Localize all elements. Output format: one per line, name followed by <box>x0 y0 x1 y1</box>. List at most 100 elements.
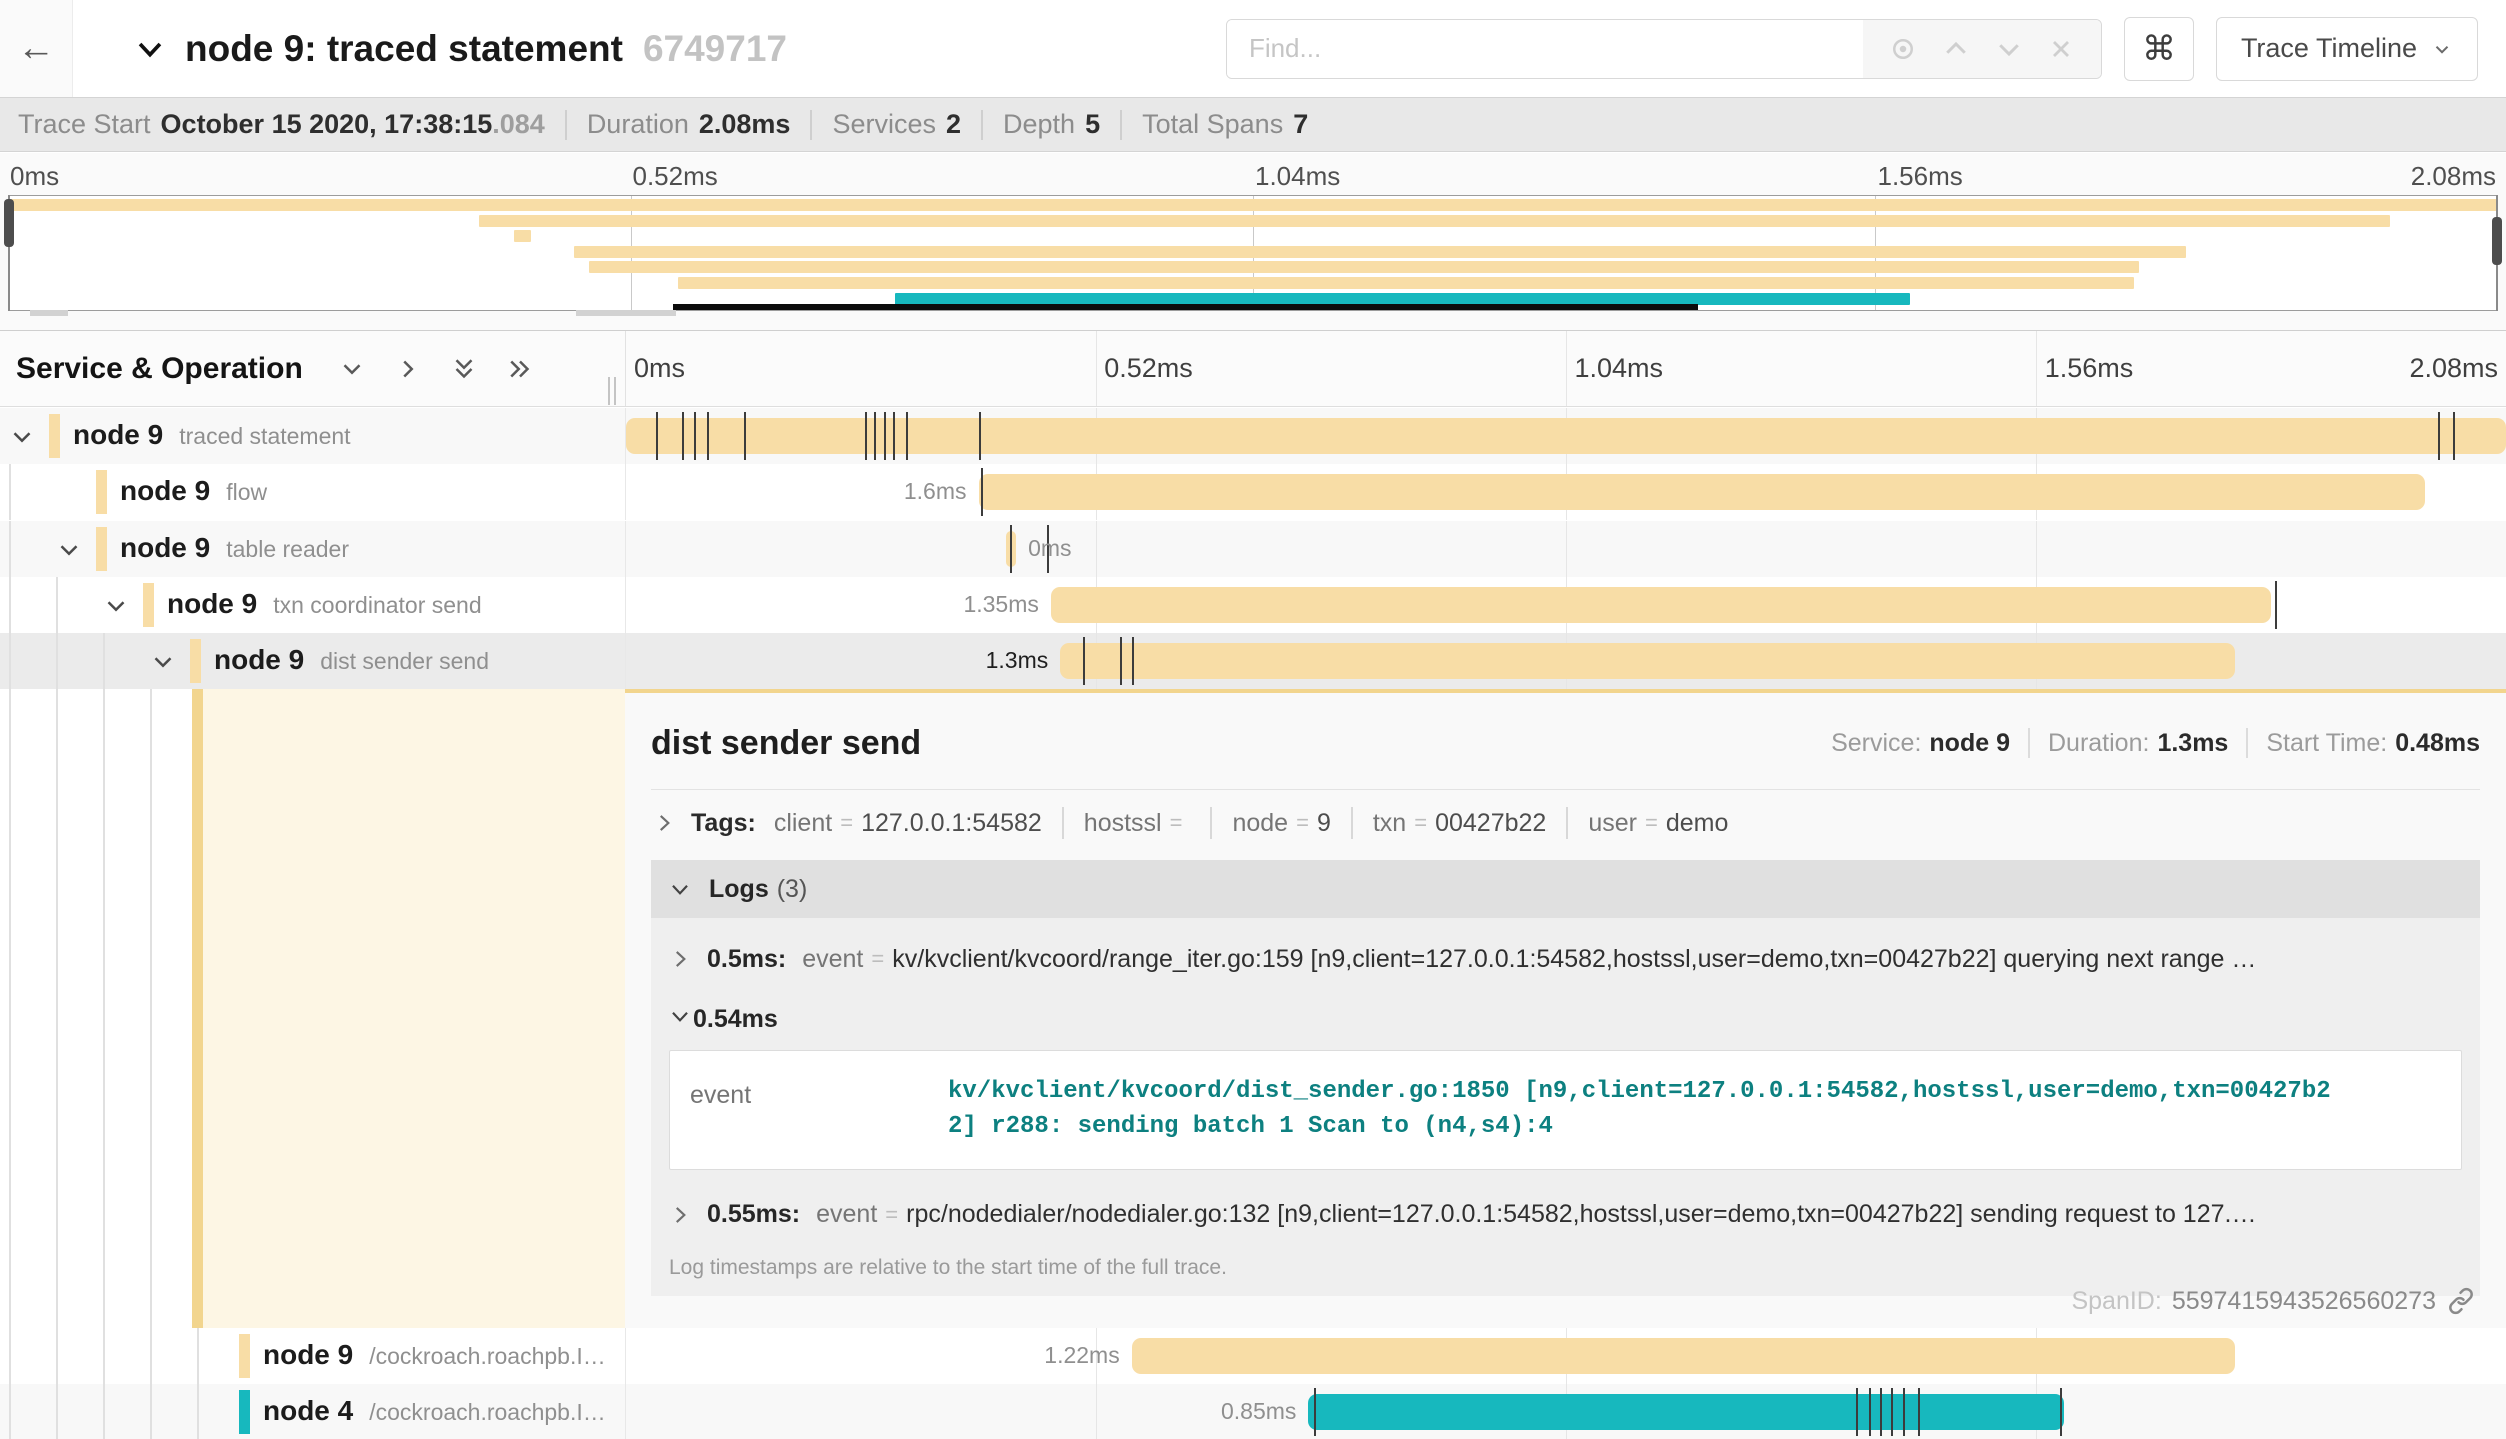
span-row-label[interactable]: node 9/cockroach.roachpb.I… <box>0 1328 625 1384</box>
span-bar[interactable] <box>1132 1338 2236 1374</box>
span-row-label[interactable]: node 9flow <box>0 464 625 520</box>
span-timeline-cell[interactable]: 1.3ms <box>625 633 2506 689</box>
span-row: node 9txn coordinator send 1.35ms <box>0 577 2506 633</box>
services-label: Services <box>832 109 936 140</box>
service-operation-title: Service & Operation <box>16 352 303 386</box>
span-row-label[interactable]: node 9dist sender send <box>0 633 625 689</box>
tick-label: 1.04ms <box>1575 353 1664 384</box>
log-entry-row[interactable]: 0.5ms:event=kv/kvclient/kvcoord/range_it… <box>667 928 2464 990</box>
keyboard-shortcuts-button[interactable]: ⌘ <box>2124 17 2194 81</box>
span-log-tick <box>1869 1388 1871 1436</box>
find-clear-icon[interactable] <box>2047 35 2075 63</box>
selected-span-highlight <box>203 689 625 1328</box>
span-log-tick <box>893 412 895 460</box>
span-tree-chevron-icon[interactable] <box>54 535 84 570</box>
duration-label: Duration <box>587 109 689 140</box>
span-log-tick <box>981 468 983 516</box>
expand-all-icon[interactable] <box>449 354 479 384</box>
minimap-span-bar <box>479 215 2390 227</box>
collapse-all-icon[interactable] <box>505 354 535 384</box>
collapse-one-icon[interactable] <box>393 354 423 384</box>
find-next-icon[interactable] <box>1994 34 2024 64</box>
operation-name: /cockroach.roachpb.I… <box>369 1343 606 1369</box>
tags-toggle-row[interactable]: Tags: client=127.0.0.1:54582hostssl=node… <box>651 790 2480 856</box>
span-log-tick <box>874 412 876 460</box>
span-row-label[interactable]: node 9traced statement <box>0 408 625 464</box>
span-row-label[interactable]: node 9table reader <box>0 521 625 577</box>
log-key: event <box>816 1200 877 1229</box>
view-selector-button[interactable]: Trace Timeline <box>2216 17 2478 81</box>
detail-service-label: Service: <box>1831 729 1921 758</box>
minimap-left-scrubber-handle[interactable] <box>4 199 14 247</box>
span-row: node 4/cockroach.roachpb.I… 0.85ms <box>0 1384 2506 1439</box>
trace-start-fraction: .084 <box>492 109 545 140</box>
copy-link-icon[interactable] <box>2446 1286 2476 1316</box>
span-row-label[interactable]: node 4/cockroach.roachpb.I… <box>0 1384 625 1439</box>
span-timeline-cell[interactable]: 1.22ms <box>625 1328 2506 1384</box>
span-log-tick <box>707 412 709 460</box>
column-resizer-handle[interactable] <box>608 377 624 405</box>
service-name: node 9flow <box>120 475 267 507</box>
find-prev-icon[interactable] <box>1941 34 1971 64</box>
logs-section: Logs (3) 0.5ms:event=kv/kvclient/kvcoord… <box>651 860 2480 1296</box>
operation-name: /cockroach.roachpb.I… <box>369 1399 606 1425</box>
selected-span-color-band <box>192 689 203 1328</box>
log-entry-row[interactable]: 0.55ms:event=rpc/nodedialer/nodedialer.g… <box>667 1184 2464 1246</box>
span-detail-left-gutter <box>0 689 625 1328</box>
logs-toggle-row[interactable]: Logs (3) <box>651 860 2480 918</box>
span-log-tick <box>1314 1388 1316 1436</box>
page-title: node 9: traced statement <box>185 28 623 70</box>
tick-label: 1.04ms <box>1255 161 1340 192</box>
tick-label: 0ms <box>634 353 685 384</box>
span-bar[interactable] <box>979 474 2426 510</box>
service-name: node 9dist sender send <box>214 644 489 676</box>
tick-label: 1.56ms <box>1878 161 1963 192</box>
service-color-bar <box>143 583 154 627</box>
view-selector-label: Trace Timeline <box>2241 33 2417 64</box>
service-name: node 4/cockroach.roachpb.I… <box>263 1395 606 1427</box>
span-tree-chevron-icon[interactable] <box>7 422 37 457</box>
locate-icon[interactable] <box>1888 34 1918 64</box>
span-bar[interactable] <box>1308 1394 2064 1430</box>
service-name: node 9traced statement <box>73 419 351 451</box>
service-color-bar <box>49 414 60 458</box>
find-box <box>1226 19 2102 79</box>
minimap-canvas[interactable] <box>8 195 2498 311</box>
span-duration-label: 0.85ms <box>1221 1398 1296 1425</box>
service-name: node 9txn coordinator send <box>167 588 482 620</box>
span-row: node 9/cockroach.roachpb.I… 1.22ms <box>0 1328 2506 1384</box>
span-tree-chevron-icon[interactable] <box>101 591 131 626</box>
command-icon: ⌘ <box>2142 29 2176 69</box>
trace-start-value: October 15 2020, 17:38:15 <box>161 109 493 140</box>
find-input[interactable] <box>1227 20 1863 78</box>
chevron-right-icon <box>651 810 677 836</box>
span-timeline-cell[interactable]: 1.6ms <box>625 464 2506 520</box>
span-log-tick <box>2453 412 2455 460</box>
span-timeline-cell[interactable] <box>625 408 2506 464</box>
collapse-trace-chevron-icon[interactable] <box>133 32 167 66</box>
expand-one-icon[interactable] <box>337 354 367 384</box>
span-row-label[interactable]: node 9txn coordinator send <box>0 577 625 633</box>
span-timeline-cell[interactable]: 0ms <box>625 521 2506 577</box>
span-duration-label: 1.22ms <box>1044 1342 1119 1369</box>
span-timeline-cell[interactable]: 1.35ms <box>625 577 2506 633</box>
span-row: node 9dist sender send 1.3ms <box>0 633 2506 689</box>
trace-minimap: 0ms0.52ms1.04ms1.56ms2.08ms <box>0 153 2506 330</box>
chevron-right-icon <box>667 946 693 972</box>
span-log-tick <box>656 412 658 460</box>
span-log-tick <box>1918 1388 1920 1436</box>
log-entry-expanded-header[interactable]: 0.54ms <box>667 990 2464 1048</box>
span-log-tick <box>2060 1388 2062 1436</box>
service-name: node 9/cockroach.roachpb.I… <box>263 1339 606 1371</box>
minimap-right-scrubber-handle[interactable] <box>2492 217 2502 265</box>
tick-label: 2.08ms <box>2411 161 2496 192</box>
services-value: 2 <box>946 109 961 140</box>
tick-label: 2.08ms <box>2409 353 2498 384</box>
tick-label: 0.52ms <box>633 161 718 192</box>
back-button[interactable]: ← <box>0 0 73 97</box>
span-bar[interactable] <box>1060 643 2235 679</box>
span-timeline-cell[interactable]: 0.85ms <box>625 1384 2506 1439</box>
span-tree-chevron-icon[interactable] <box>148 647 178 682</box>
tick-label: 0.52ms <box>1104 353 1193 384</box>
span-bar[interactable] <box>1051 587 2271 623</box>
